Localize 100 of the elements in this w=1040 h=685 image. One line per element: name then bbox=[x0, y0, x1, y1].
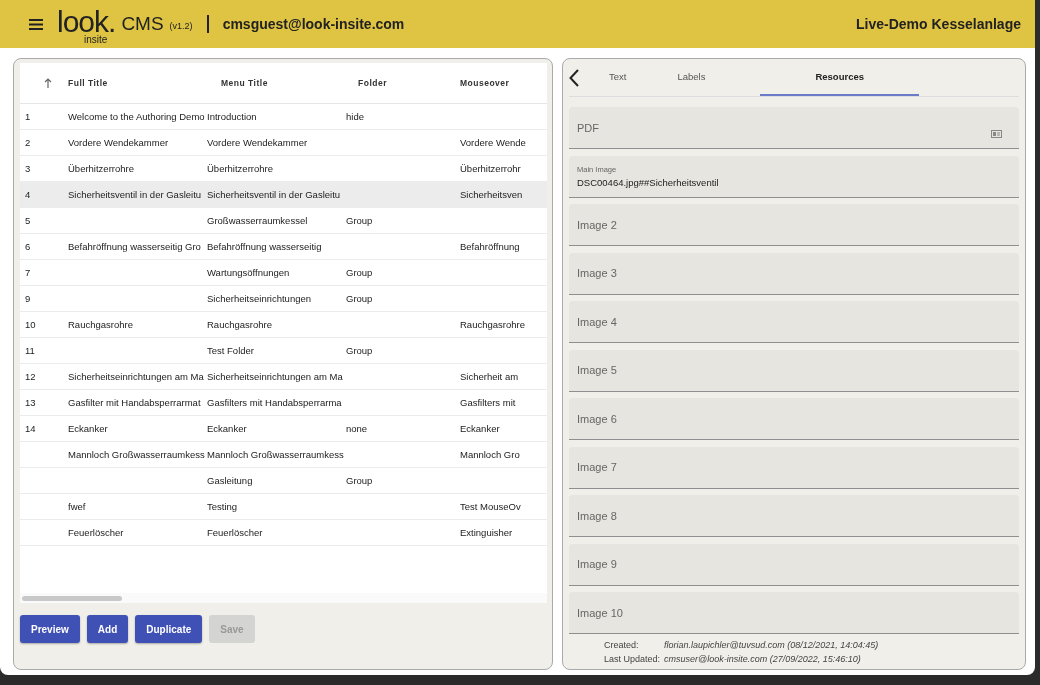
column-header[interactable]: Folder bbox=[342, 78, 458, 88]
input-field[interactable]: PDF bbox=[569, 107, 1019, 149]
table-cell: Sicherheitsven bbox=[460, 189, 523, 200]
attachment-icon[interactable] bbox=[991, 130, 1002, 138]
table-row[interactable]: 10 Rauchgasrohre Rauchgasrohre Rauchgasrohre bbox=[20, 312, 547, 338]
user-email: cmsguest@look-insite.com bbox=[222, 16, 405, 32]
table-cell: fwef bbox=[68, 501, 86, 512]
back-chevron-icon[interactable] bbox=[569, 68, 579, 87]
table-row[interactable]: 7 Wartungsöffnungen Group bbox=[20, 260, 547, 286]
logo-subtext: insite bbox=[84, 35, 108, 45]
table-row[interactable]: 11 Test Folder Group bbox=[20, 338, 547, 364]
tab[interactable]: Text bbox=[585, 59, 651, 96]
table-cell: Sicherheitseinrichtungen bbox=[207, 293, 312, 304]
table-row[interactable]: fwef Testing Test MouseOv bbox=[20, 494, 547, 520]
table-cell: Überhitzerrohr bbox=[460, 163, 521, 174]
table-cell: Befahröffnung wasserseitig Gro bbox=[68, 241, 201, 252]
tab[interactable]: Labels bbox=[650, 59, 761, 96]
table-row[interactable]: 4 Sicherheitsventil in der Gasleitu Sicherheitsventil in der Gasleitu Sicherheitsven bbox=[20, 182, 547, 208]
table-row[interactable]: 2 Vordere Wendekammer Vordere Wendekammer Vordere Wende bbox=[20, 130, 547, 156]
input-field[interactable]: Image 5 bbox=[569, 349, 1019, 392]
table-row[interactable]: 5 Großwasserraumkessel Group bbox=[20, 208, 547, 234]
column-header[interactable]: Menu Title bbox=[203, 78, 342, 88]
table-cell: Group bbox=[346, 475, 373, 486]
table-cell: Wartungsöffnungen bbox=[207, 267, 290, 278]
field-placeholder: Image 8 bbox=[577, 509, 618, 522]
table-cell: Rauchgasrohre bbox=[460, 319, 525, 330]
field-placeholder: Image 7 bbox=[577, 461, 618, 473]
input-field[interactable]: Image 4 bbox=[569, 301, 1019, 343]
table-cell: Eckanker bbox=[460, 423, 500, 434]
version-label: (v1.2) bbox=[169, 21, 193, 31]
table-cell: Introduction bbox=[207, 111, 257, 122]
table-cell: Feuerlöscher bbox=[68, 527, 124, 538]
table-row[interactable]: 13 Gasfilter mit Handabsperrarmat Gasfilters mit Handabsperrarma Gasfilters mit bbox=[20, 390, 547, 416]
meta-label: Created: bbox=[604, 639, 640, 652]
table-cell: Sicherheit am bbox=[460, 371, 519, 382]
table-cell: Gasfilter mit Handabsperrarmat bbox=[68, 397, 201, 408]
field-placeholder: Image 2 bbox=[577, 218, 618, 231]
input-field[interactable]: Image 2 bbox=[569, 204, 1019, 246]
table-cell: 1 bbox=[25, 111, 31, 122]
input-field[interactable]: Image 6 bbox=[569, 398, 1019, 440]
meta-value: florian.laupichler@tuvsud.com (08/12/2021, 14:04:45) bbox=[664, 639, 879, 652]
table-cell: 11 bbox=[25, 345, 35, 356]
table-cell: 7 bbox=[25, 267, 31, 278]
field-placeholder: Image 5 bbox=[577, 364, 618, 376]
app-name: CMS bbox=[121, 13, 164, 35]
input-field[interactable]: Image 3 bbox=[569, 252, 1019, 295]
menu-icon[interactable] bbox=[29, 18, 43, 30]
table-row[interactable]: Feuerlöscher Feuerlöscher Extinguisher bbox=[20, 520, 547, 546]
table-cell: Gasfilters mit bbox=[460, 397, 516, 408]
table-cell: Gasleitung bbox=[207, 475, 253, 486]
table-cell: Vordere Wendekammer bbox=[207, 137, 308, 148]
sort-arrow-icon[interactable] bbox=[44, 78, 52, 88]
table-cell: 4 bbox=[25, 189, 31, 200]
table-cell: Mannloch Gro bbox=[460, 449, 520, 460]
meta-label: Last Updated: bbox=[604, 653, 662, 666]
table-cell: Testing bbox=[207, 501, 238, 512]
table-cell: Rauchgasrohre bbox=[68, 319, 133, 330]
table-cell: 5 bbox=[25, 215, 31, 226]
input-field[interactable]: Image 8 bbox=[569, 495, 1019, 537]
table-cell: Eckanker bbox=[68, 423, 108, 434]
column-header[interactable]: Full Title bbox=[64, 78, 203, 88]
table-row[interactable]: 1 Welcome to the Authoring Demo Introduction hide bbox=[20, 104, 547, 130]
table-cell: Eckanker bbox=[207, 423, 247, 434]
action-button[interactable]: Duplicate bbox=[135, 615, 203, 643]
table-cell: 3 bbox=[25, 163, 31, 174]
tab[interactable]: Resources bbox=[760, 59, 920, 96]
scrollbar-thumb[interactable] bbox=[22, 595, 122, 601]
action-button[interactable]: Add bbox=[86, 615, 129, 643]
field-placeholder: Image 9 bbox=[577, 558, 618, 570]
table-cell: 10 bbox=[25, 319, 36, 330]
table-row[interactable]: 12 Sicherheitseinrichtungen am Ma Sicherheitseinrichtungen am Ma Sicherheit am bbox=[20, 364, 547, 390]
table-cell: Überhitzerrohre bbox=[207, 163, 273, 174]
table-cell: Rauchgasrohre bbox=[207, 319, 272, 330]
table-row[interactable]: Gasleitung Group bbox=[20, 468, 547, 494]
table-cell: Feuerlöscher bbox=[207, 527, 263, 538]
table-cell: Test MouseOv bbox=[460, 501, 521, 512]
table-cell: Sicherheitseinrichtungen am Ma bbox=[207, 371, 343, 382]
action-button[interactable]: Preview bbox=[20, 615, 80, 643]
table-cell: none bbox=[346, 423, 368, 434]
input-field[interactable]: Image 9 bbox=[569, 543, 1019, 586]
input-field[interactable]: Image 7 bbox=[569, 446, 1019, 489]
field-placeholder: Image 6 bbox=[577, 412, 618, 425]
table-row[interactable]: 14 Eckanker Eckanker none Eckanker bbox=[20, 416, 547, 442]
field-placeholder: Image 3 bbox=[577, 267, 618, 279]
table-cell: Group bbox=[346, 267, 373, 278]
table-cell: Sicherheitsventil in der Gasleitu bbox=[68, 189, 202, 200]
table-cell: Welcome to the Authoring Demo bbox=[68, 111, 205, 122]
table-cell: Überhitzerrohre bbox=[68, 163, 134, 174]
column-header[interactable]: Mouseover bbox=[458, 78, 547, 88]
table-cell: Vordere Wendekammer bbox=[68, 137, 169, 148]
table-row[interactable]: 6 Befahröffnung wasserseitig Gro Befahröffnung wasserseitig Befahröffnung bbox=[20, 234, 547, 260]
table-cell: Group bbox=[346, 215, 373, 226]
field-placeholder: Image 10 bbox=[577, 606, 624, 619]
field-placeholder: Image 4 bbox=[577, 315, 618, 328]
table-cell: Großwasserraumkessel bbox=[207, 215, 308, 226]
table-cell: Mannloch Großwasserraumkess bbox=[68, 449, 205, 460]
table-row[interactable]: 9 Sicherheitseinrichtungen Group bbox=[20, 286, 547, 312]
table-row[interactable]: Mannloch Großwasserraumkess Mannloch Großwasserraumkess Mannloch Gro bbox=[20, 442, 547, 468]
input-field[interactable]: Image 10 bbox=[569, 592, 1019, 634]
field-value: DSC00464.jpg##Sicherheitsventil bbox=[577, 176, 720, 188]
